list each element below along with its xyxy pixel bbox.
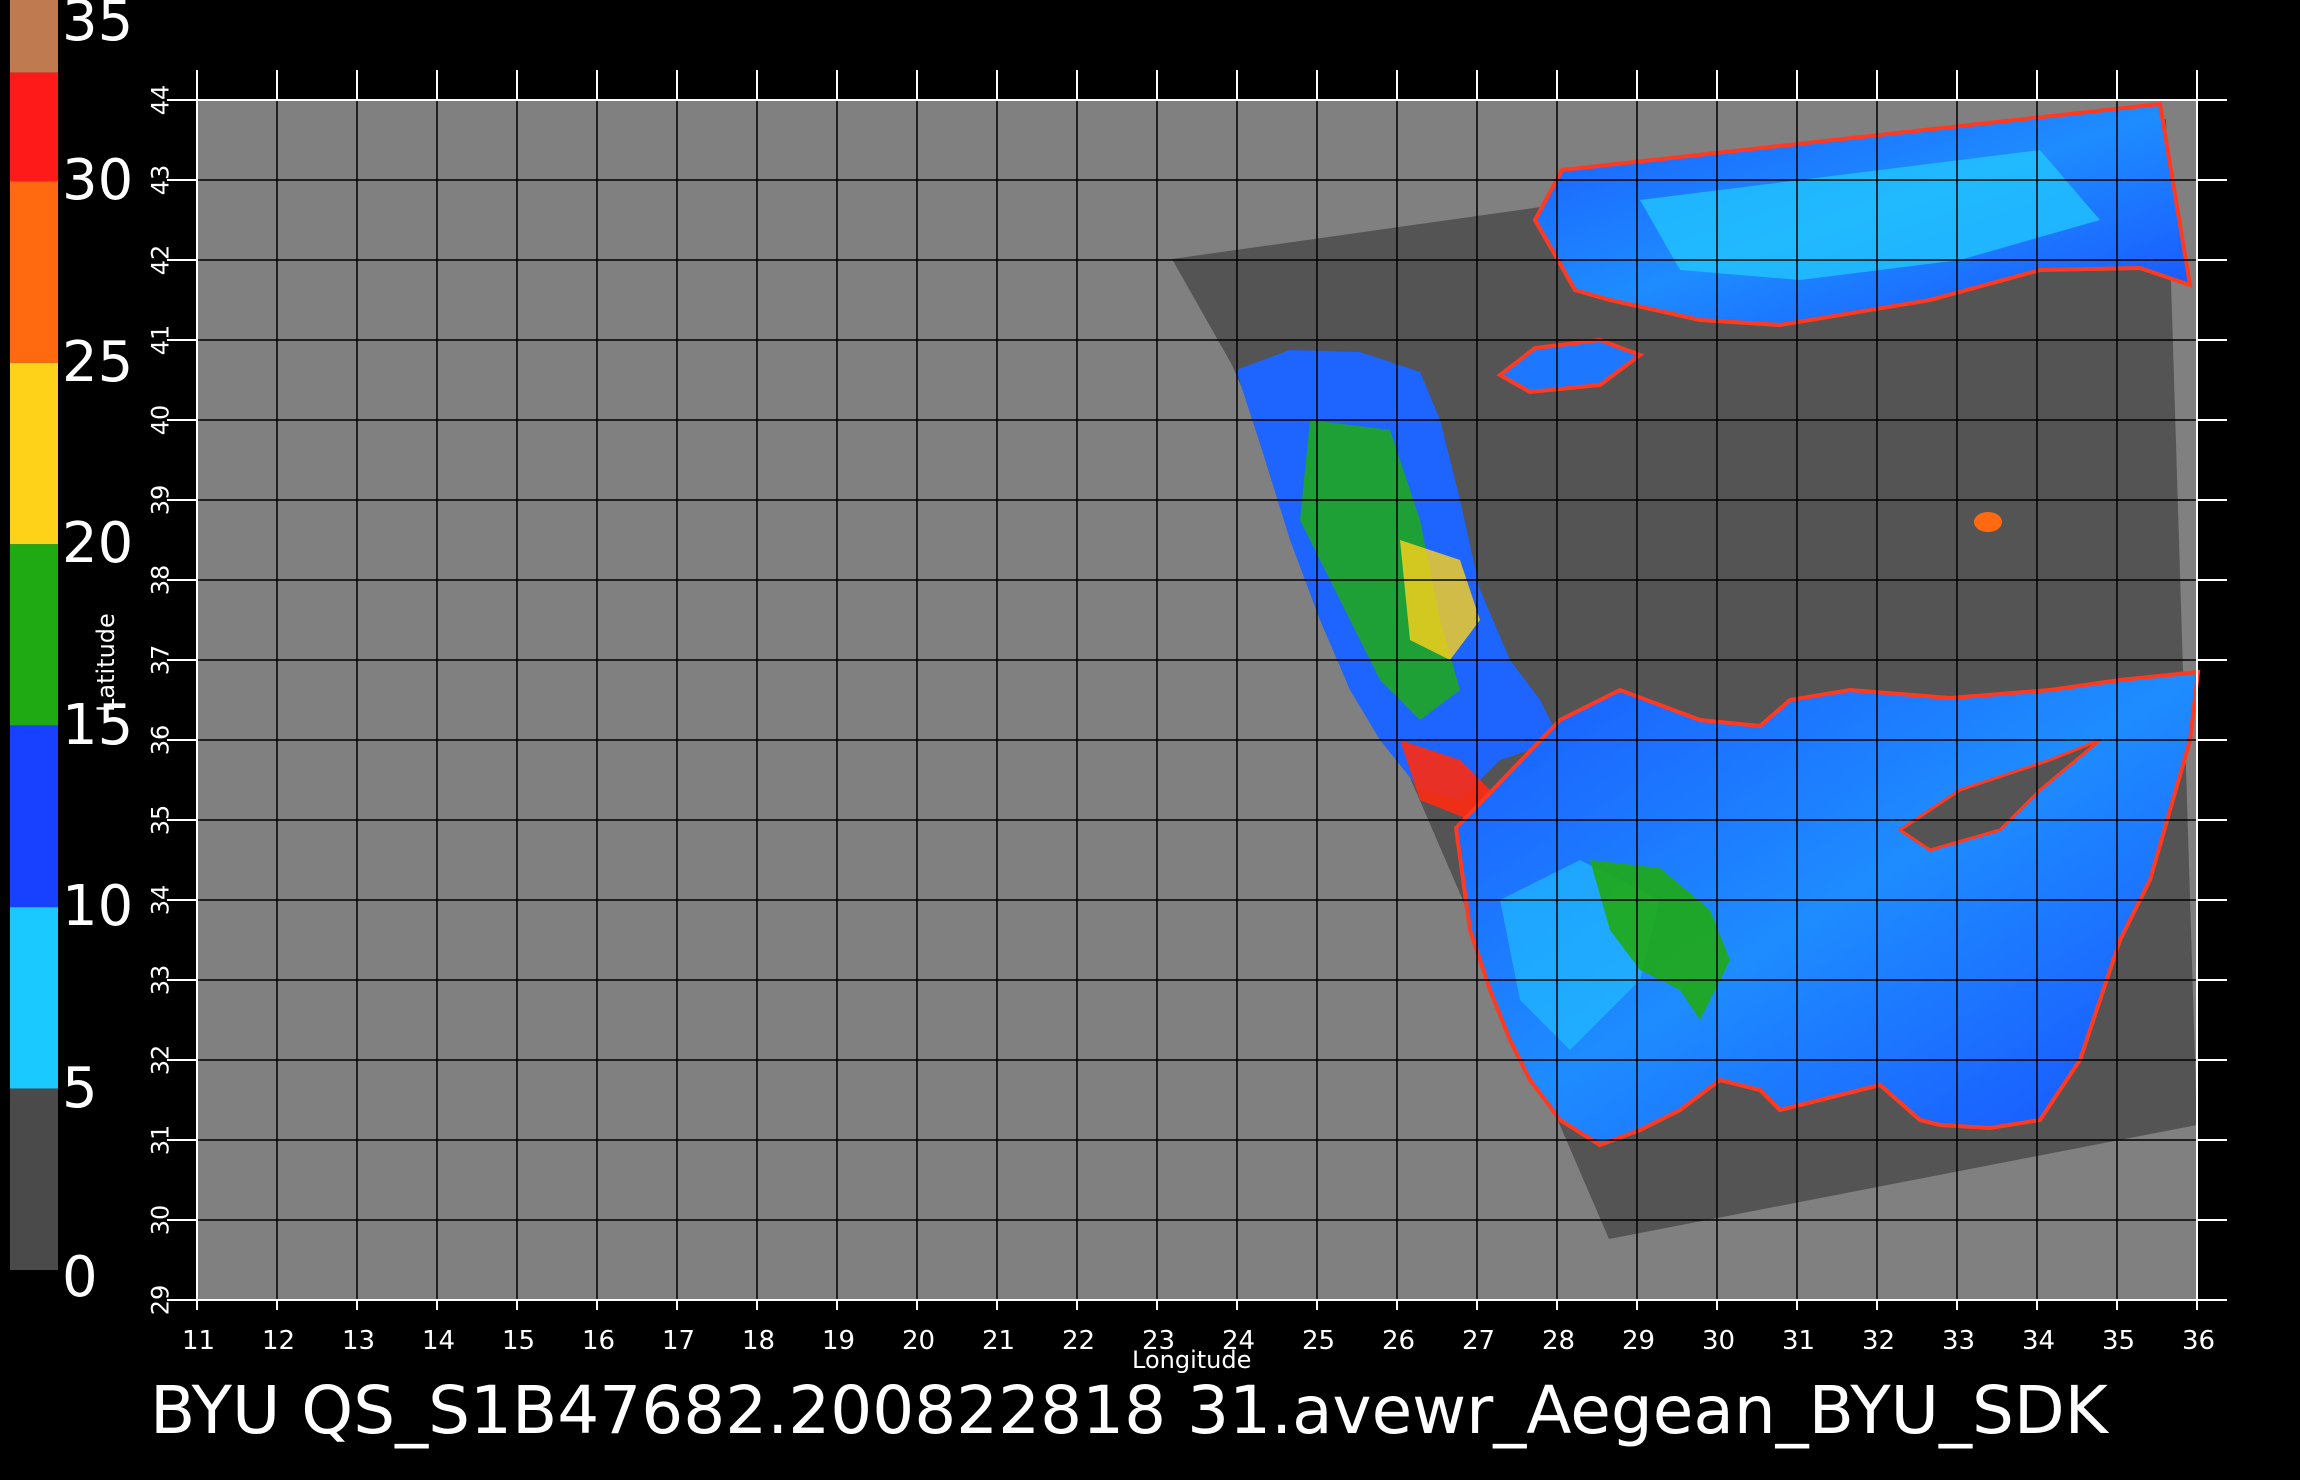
y-axis-title: Latitude — [92, 613, 120, 712]
longitude-tick-label: 13 — [342, 1326, 376, 1356]
color-scale-segment — [10, 0, 58, 73]
longitude-tick-label: 29 — [1622, 1326, 1656, 1356]
longitude-tick-label: 14 — [422, 1326, 456, 1356]
longitude-tick-label: 15 — [502, 1326, 536, 1356]
color-scale-tick-label: 5 — [62, 1055, 98, 1121]
longitude-tick-label: 27 — [1462, 1326, 1496, 1356]
color-scale-segment — [10, 362, 58, 545]
latitude-tick-label: 29 — [146, 1284, 175, 1316]
latitude-tick-label: 35 — [146, 804, 175, 836]
color-scale-tick-label: 20 — [62, 511, 134, 577]
longitude-tick-label: 26 — [1382, 1326, 1416, 1356]
longitude-tick-label: 36 — [2182, 1326, 2216, 1356]
longitude-tick-label: 17 — [662, 1326, 696, 1356]
x-axis-title: Longitude — [1132, 1346, 1252, 1374]
color-scale-segment — [10, 72, 58, 182]
latitude-tick-label: 44 — [146, 84, 175, 116]
latitude-tick-label: 42 — [146, 244, 175, 276]
latitude-tick-label: 37 — [146, 644, 175, 676]
color-scale-tick-label: 10 — [62, 874, 134, 940]
longitude-tick-label: 16 — [582, 1326, 616, 1356]
longitude-tick-label: 34 — [2022, 1326, 2056, 1356]
color-scale-segment — [10, 725, 58, 908]
longitude-tick-label: 35 — [2102, 1326, 2136, 1356]
latitude-tick-label: 34 — [146, 884, 175, 916]
longitude-tick-label: 20 — [902, 1326, 936, 1356]
latitude-tick-label: 30 — [146, 1204, 175, 1236]
wind-speed-map-figure — [10, 0, 2227, 1310]
longitude-tick-label: 11 — [182, 1326, 216, 1356]
color-scale-segment — [10, 1088, 58, 1270]
longitude-tick-label: 18 — [742, 1326, 776, 1356]
small-wind-patch — [1974, 512, 2002, 532]
color-scale-tick-label: 35 — [62, 0, 134, 54]
longitude-tick-label: 19 — [822, 1326, 856, 1356]
color-scale-bar — [10, 0, 58, 1270]
color-scale-tick-label: 30 — [62, 148, 134, 214]
color-scale-tick-label: 25 — [62, 329, 134, 395]
latitude-tick-label: 36 — [146, 724, 175, 756]
latitude-tick-label: 31 — [146, 1124, 175, 1156]
longitude-tick-label: 22 — [1062, 1326, 1096, 1356]
color-scale-segment — [10, 907, 58, 1089]
longitude-tick-label: 31 — [1782, 1326, 1816, 1356]
latitude-tick-label: 41 — [146, 324, 175, 356]
figure-caption: BYU QS_S1B47682.200822818 31.avewr_Aegea… — [150, 1372, 2108, 1449]
color-scale-tick-label: 0 — [62, 1245, 98, 1310]
latitude-tick-label: 40 — [146, 404, 175, 436]
longitude-tick-label: 28 — [1542, 1326, 1576, 1356]
longitude-tick-label: 25 — [1302, 1326, 1336, 1356]
longitude-tick-label: 30 — [1702, 1326, 1736, 1356]
longitude-tick-label: 21 — [982, 1326, 1016, 1356]
color-scale-segment — [10, 544, 58, 726]
color-scale-segment — [10, 181, 58, 363]
longitude-tick-label: 33 — [1942, 1326, 1976, 1356]
latitude-tick-label: 32 — [146, 1044, 175, 1076]
latitude-tick-label: 38 — [146, 564, 175, 596]
longitude-tick-label: 12 — [262, 1326, 296, 1356]
latitude-tick-label: 39 — [146, 484, 175, 516]
latitude-tick-label: 43 — [146, 164, 175, 196]
latitude-tick-label: 33 — [146, 964, 175, 996]
longitude-tick-label: 32 — [1862, 1326, 1896, 1356]
